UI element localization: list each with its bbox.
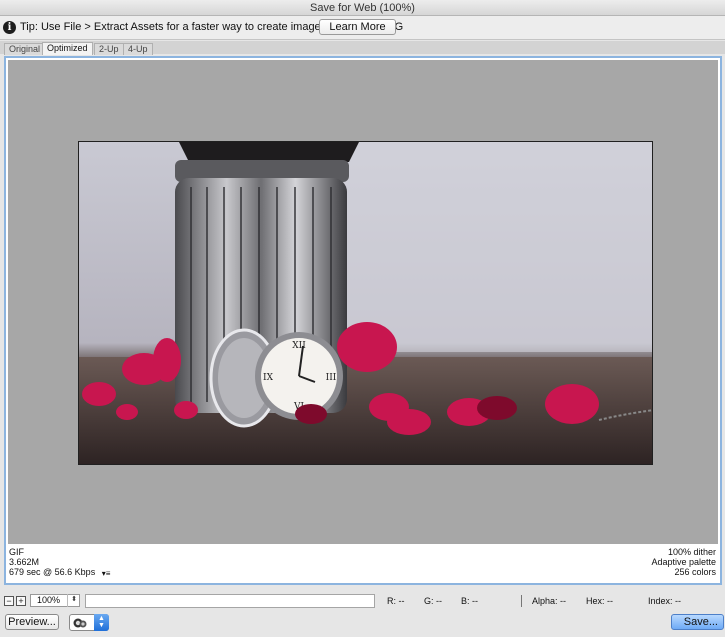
- download-time-label: 679 sec @ 56.6 Kbps: [9, 567, 96, 577]
- tab-4-up[interactable]: 4-Up: [123, 43, 153, 55]
- red-readout: R: --: [387, 596, 405, 606]
- pocket-watch-photo: XII III VI IX: [79, 142, 652, 464]
- learn-more-button[interactable]: Learn More: [319, 19, 396, 35]
- image-info-left: GIF 3.662M 679 sec @ 56.6 Kbps ▾≡: [9, 547, 111, 578]
- optimized-preview-panel: XII III VI IX GIF 3.662M 679 sec @ 56.6 …: [4, 56, 722, 585]
- hex-value: --: [607, 596, 614, 606]
- red-label: R:: [387, 596, 396, 606]
- green-label: G:: [424, 596, 434, 606]
- zoom-in-button[interactable]: +: [16, 596, 26, 606]
- save-button[interactable]: Save...: [671, 614, 724, 630]
- tab-original[interactable]: Original: [4, 43, 46, 55]
- index-readout: Index: --: [648, 596, 681, 606]
- svg-text:IX: IX: [263, 373, 274, 383]
- blue-value: --: [472, 596, 479, 606]
- svg-text:III: III: [326, 373, 337, 383]
- preview-button[interactable]: Preview...: [5, 614, 59, 630]
- preview-image[interactable]: XII III VI IX: [78, 141, 653, 465]
- format-label: GIF: [9, 547, 24, 557]
- preview-browser-select[interactable]: ▲ ▼: [69, 614, 109, 631]
- status-text-field: [85, 594, 375, 608]
- blue-label: B:: [461, 596, 470, 606]
- info-icon: i: [3, 21, 16, 34]
- browser-icon: [73, 618, 87, 628]
- tab-optimized[interactable]: Optimized: [42, 42, 93, 55]
- preview-canvas[interactable]: XII III VI IX: [8, 60, 718, 544]
- red-value: --: [398, 596, 405, 606]
- green-value: --: [436, 596, 443, 606]
- zoom-out-button[interactable]: −: [4, 596, 14, 606]
- view-tabs: Original Optimized 2-Up 4-Up: [0, 41, 725, 55]
- dither-label: 100% dither: [667, 547, 716, 557]
- index-label: Index:: [648, 596, 673, 606]
- hex-readout: Hex: --: [586, 596, 613, 606]
- blue-readout: B: --: [461, 596, 478, 606]
- alpha-value: --: [560, 596, 567, 606]
- bottom-bar: Preview... ▲ ▼ Save...: [0, 611, 725, 637]
- file-size-label: 3.662M: [9, 557, 40, 567]
- alpha-readout: Alpha: --: [532, 596, 566, 606]
- chevron-up-down-icon: ▲ ▼: [94, 614, 109, 631]
- status-bar: − + 100% ⬍ R: -- G: -- B: -- Alpha: -- H…: [0, 592, 725, 610]
- hex-label: Hex:: [586, 596, 605, 606]
- svg-text:XII: XII: [292, 341, 306, 351]
- colors-count-label: 256 colors: [674, 567, 716, 577]
- download-speed-menu-icon[interactable]: ▾≡: [102, 569, 111, 578]
- tab-2-up[interactable]: 2-Up: [94, 43, 124, 55]
- status-divider: [521, 595, 522, 607]
- palette-label: Adaptive palette: [651, 557, 716, 567]
- download-time-row: 679 sec @ 56.6 Kbps ▾≡: [9, 567, 111, 578]
- zoom-dropdown-icon[interactable]: ⬍: [67, 594, 80, 607]
- green-readout: G: --: [424, 596, 442, 606]
- alpha-label: Alpha:: [532, 596, 558, 606]
- tip-bar: i Tip: Use File > Extract Assets for a f…: [0, 16, 725, 40]
- index-value: --: [675, 596, 682, 606]
- window-title: Save for Web (100%): [0, 0, 725, 16]
- image-info-right: 100% dither Adaptive palette 256 colors: [651, 547, 716, 577]
